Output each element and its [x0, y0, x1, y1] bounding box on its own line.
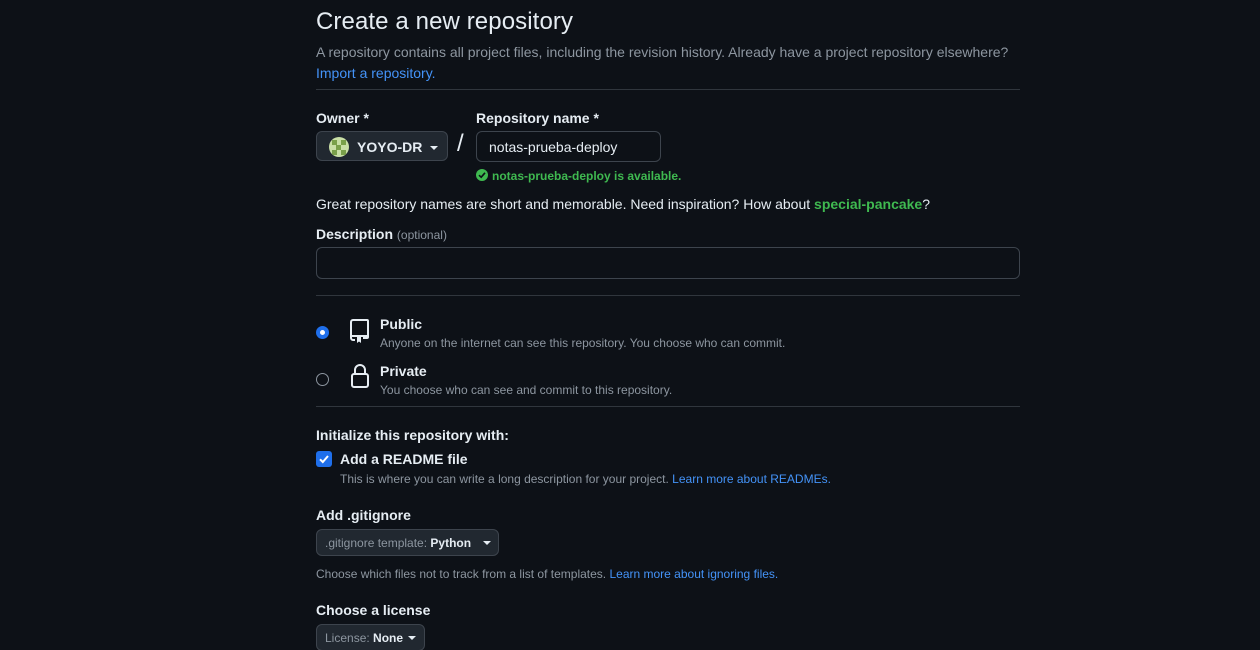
- public-option-desc: Anyone on the internet can see this repo…: [380, 336, 786, 350]
- divider: [316, 406, 1020, 407]
- lock-icon: [351, 364, 369, 388]
- readme-note: This is where you can write a long descr…: [340, 472, 831, 486]
- gitignore-select-text: .gitignore template: Python: [325, 536, 471, 550]
- repo-name-label: Repository name *: [476, 110, 599, 126]
- description-label: Description (optional): [316, 226, 447, 242]
- owner-repo-separator: /: [457, 130, 464, 157]
- license-select-button[interactable]: License: None: [316, 624, 425, 650]
- license-value: None: [373, 631, 404, 645]
- gitignore-note: Choose which files not to track from a l…: [316, 567, 778, 581]
- subtitle-text: A repository contains all project files,…: [316, 44, 1009, 60]
- chevron-down-icon: [483, 541, 491, 545]
- private-option-title[interactable]: Private: [380, 363, 427, 379]
- gitignore-learn-more-link[interactable]: Learn more about ignoring files.: [609, 567, 778, 581]
- import-repo-link[interactable]: Import a repository.: [316, 65, 436, 81]
- name-suggestion-link[interactable]: special-pancake: [814, 196, 922, 212]
- optional-tag: (optional): [396, 228, 447, 242]
- description-input[interactable]: [316, 247, 1020, 279]
- license-heading: Choose a license: [316, 602, 431, 618]
- gitignore-desc: Choose which files not to track from a l…: [316, 567, 607, 581]
- readme-checkbox[interactable]: [316, 451, 332, 467]
- gitignore-select-button[interactable]: .gitignore template: Python: [316, 529, 499, 556]
- owner-name: YOYO-DR: [357, 139, 423, 155]
- page-subtitle: A repository contains all project files,…: [316, 42, 1036, 84]
- license-select-text: License: None: [325, 631, 403, 645]
- page-title: Create a new repository: [316, 8, 574, 35]
- gitignore-value: Python: [430, 536, 472, 550]
- inspiration-text: Great repository names are short and mem…: [316, 196, 811, 212]
- divider: [316, 89, 1020, 90]
- owner-label: Owner *: [316, 110, 369, 126]
- availability-text: notas-prueba-deploy is available.: [492, 169, 682, 183]
- license-key: License:: [325, 631, 370, 645]
- gitignore-heading: Add .gitignore: [316, 507, 411, 523]
- inspiration-suffix: ?: [922, 196, 931, 212]
- init-heading: Initialize this repository with:: [316, 427, 509, 443]
- public-radio[interactable]: [316, 326, 329, 339]
- private-option-desc: You choose who can see and commit to thi…: [380, 383, 673, 397]
- check-icon: [319, 455, 329, 464]
- owner-select-button[interactable]: YOYO-DR: [316, 131, 448, 161]
- check-circle-icon: [476, 169, 488, 181]
- private-radio[interactable]: [316, 373, 329, 386]
- repo-name-input[interactable]: [476, 131, 661, 162]
- page: Create a new repository A repository con…: [0, 0, 1260, 650]
- repo-icon: [350, 319, 369, 343]
- gitignore-key: .gitignore template:: [325, 536, 428, 550]
- avatar: [329, 137, 349, 157]
- public-option-title[interactable]: Public: [380, 316, 422, 332]
- divider: [316, 295, 1020, 296]
- description-label-text: Description: [316, 226, 394, 242]
- readme-label[interactable]: Add a README file: [340, 451, 468, 467]
- readme-learn-more-link[interactable]: Learn more about READMEs.: [672, 472, 831, 486]
- chevron-down-icon: [408, 636, 416, 640]
- chevron-down-icon: [430, 146, 438, 150]
- readme-desc: This is where you can write a long descr…: [340, 472, 669, 486]
- name-inspiration: Great repository names are short and mem…: [316, 196, 930, 212]
